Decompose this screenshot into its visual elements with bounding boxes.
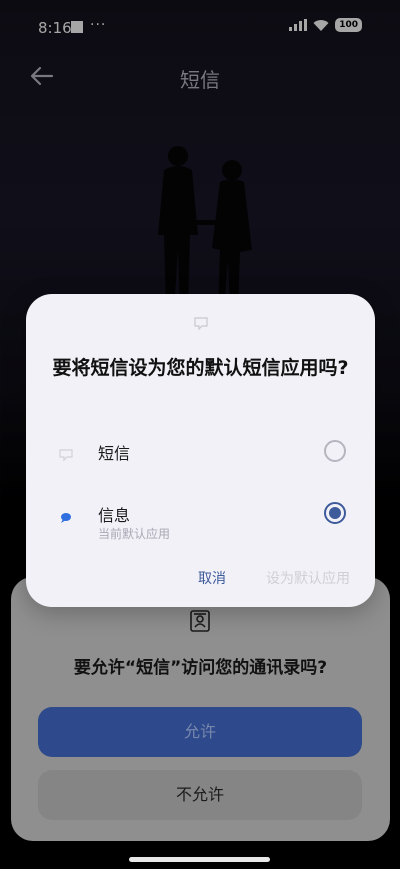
dialog-title: 要将短信设为您的默认短信应用吗?	[52, 357, 349, 379]
option-radio-selected[interactable]	[324, 502, 346, 524]
set-default-button[interactable]: 设为默认应用	[266, 568, 350, 588]
contacts-permission-sheet: 要允许“短信”访问您的通讯录吗? 允许 不允许	[11, 577, 390, 841]
home-indicator[interactable]	[129, 857, 270, 862]
default-sms-dialog: 要将短信设为您的默认短信应用吗? 短信 信息 当前默认应用 取消 设为默认应用	[26, 294, 375, 607]
messages-app-icon	[61, 513, 71, 523]
option-messages[interactable]: 信息 当前默认应用	[26, 498, 375, 541]
option-label: 短信	[98, 444, 131, 463]
sms-app-icon	[59, 449, 73, 462]
option-radio[interactable]	[324, 440, 346, 462]
option-sublabel: 当前默认应用	[98, 527, 171, 541]
deny-button[interactable]: 不允许	[38, 770, 362, 820]
option-sms[interactable]: 短信	[26, 436, 375, 476]
permission-question: 要允许“短信”访问您的通讯录吗?	[73, 658, 328, 678]
cancel-button[interactable]: 取消	[198, 568, 226, 588]
option-label: 信息	[98, 506, 131, 525]
sms-app-icon	[194, 317, 208, 330]
contacts-icon	[190, 610, 210, 632]
allow-button[interactable]: 允许	[38, 707, 362, 757]
